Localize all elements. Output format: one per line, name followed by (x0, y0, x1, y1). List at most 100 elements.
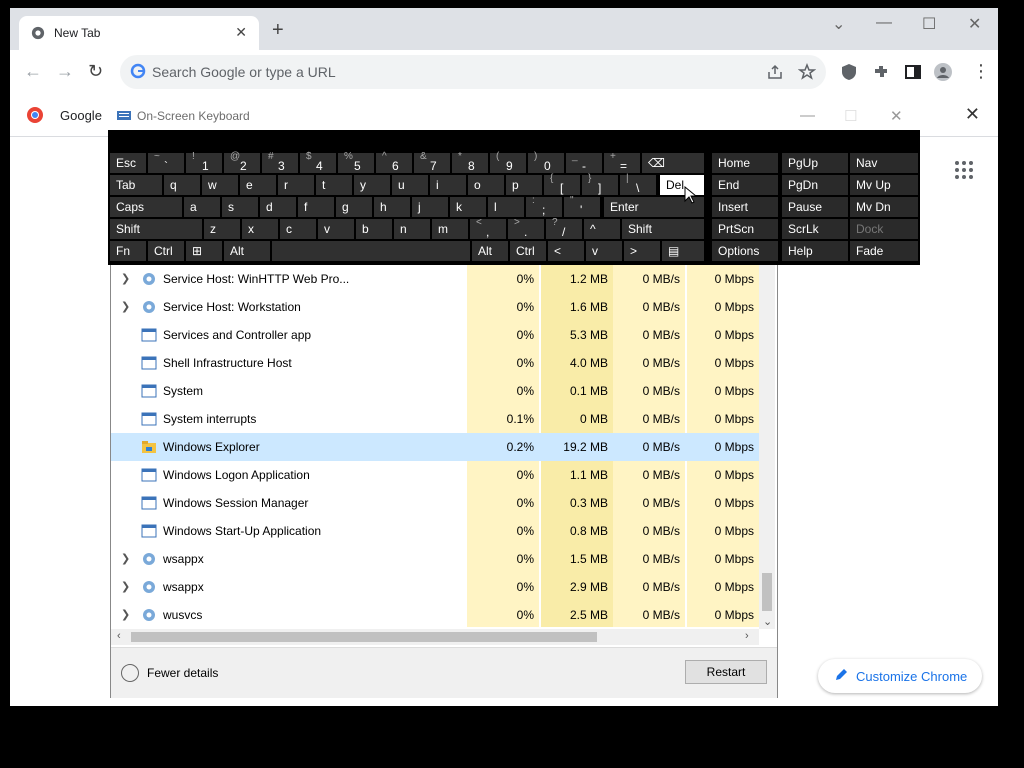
nav-key-end[interactable]: End (712, 175, 778, 195)
process-row[interactable]: ❯ wsappx 0% 1.5 MB 0 MB/s 0 Mbps (111, 545, 767, 573)
customize-chrome-button[interactable]: Customize Chrome (818, 659, 982, 693)
key-3-10[interactable]: ? / (546, 217, 582, 239)
process-row[interactable]: ❯ wusvcs 0% 2.5 MB 0 MB/s 0 Mbps (111, 601, 767, 627)
process-row[interactable]: Services and Controller app 0% 5.3 MB 0 MB/… (111, 321, 767, 349)
key-3-8[interactable]: <, (470, 217, 506, 239)
new-tab-icon[interactable]: + (272, 20, 284, 40)
key-4-7[interactable]: < (548, 241, 584, 261)
key-3-1[interactable]: z (204, 219, 240, 239)
nav-key-pgup[interactable]: PgUp (782, 153, 848, 173)
key-3-6[interactable]: n (394, 219, 430, 239)
tab-new-tab[interactable]: New Tab ✕ (19, 16, 259, 50)
close-icon[interactable]: ✕ (965, 104, 980, 125)
reload-icon[interactable]: ↻ (88, 61, 103, 82)
key-0-13[interactable]: + = (604, 151, 640, 173)
key-2-5[interactable]: g (336, 197, 372, 217)
key-3-4[interactable]: v (318, 219, 354, 239)
nav-key-mv-dn[interactable]: Mv Dn (850, 197, 918, 217)
key-3-7[interactable]: m (432, 219, 468, 239)
key-3-3[interactable]: c (280, 219, 316, 239)
close-window-icon[interactable]: ✕ (968, 14, 981, 34)
process-row[interactable]: ❯ Service Host: WinHTTP Web Pro... 0% 1.2 M… (111, 265, 767, 293)
scroll-right-icon[interactable]: › (745, 630, 749, 642)
nav-key-pause[interactable]: Pause (782, 197, 848, 217)
key-0-0[interactable]: Esc (110, 153, 146, 173)
key-2-11[interactable]: " ' (564, 195, 600, 217)
process-row[interactable]: Windows Start-Up Application 0% 0.8 MB 0 MB… (111, 517, 767, 545)
key-3-0[interactable]: Shift (110, 219, 202, 239)
key-2-7[interactable]: j (412, 197, 448, 217)
profile-avatar-icon[interactable] (934, 63, 952, 81)
nav-key-fade[interactable]: Fade (850, 241, 918, 261)
vertical-scrollbar[interactable]: ⌄ (759, 263, 775, 629)
nav-key-help[interactable]: Help (782, 241, 848, 261)
extensions-icon[interactable] (872, 63, 890, 81)
key-3-5[interactable]: b (356, 219, 392, 239)
key-3-11[interactable]: ^ (584, 219, 620, 239)
expand-chevron-icon[interactable]: ❯ (121, 608, 130, 621)
key-0-12[interactable]: _ - (566, 151, 602, 173)
key-4-3[interactable]: Alt (224, 241, 270, 261)
ublock-icon[interactable] (840, 63, 858, 81)
key-1-5[interactable]: t (316, 175, 352, 195)
key-2-10[interactable]: :; (526, 195, 562, 217)
scroll-left-icon[interactable]: ‹ (117, 630, 121, 642)
key-3-9[interactable]: >. (508, 217, 544, 239)
bookmark-star-icon[interactable] (798, 63, 816, 81)
process-row[interactable]: Shell Infrastructure Host 0% 4.0 MB 0 MB/s 0… (111, 349, 767, 377)
key-4-4[interactable] (272, 241, 470, 261)
osk-minimize-icon[interactable]: — (800, 107, 815, 124)
key-1-9[interactable]: o (468, 175, 504, 195)
key-4-1[interactable]: Ctrl (148, 241, 184, 261)
nav-key-insert[interactable]: Insert (712, 197, 778, 217)
key-4-8[interactable]: v (586, 241, 622, 261)
scroll-down-icon[interactable]: ⌄ (763, 615, 772, 628)
key-4-0[interactable]: Fn (110, 241, 146, 261)
key-2-2[interactable]: s (222, 197, 258, 217)
key-4-10[interactable]: ▤ (662, 241, 704, 261)
key-0-5[interactable]: $4 (300, 151, 336, 173)
expand-chevron-icon[interactable]: ❯ (121, 580, 130, 593)
key-1-6[interactable]: y (354, 175, 390, 195)
osk-close-icon[interactable]: ✕ (890, 107, 903, 125)
nav-key-prtscn[interactable]: PrtScn (712, 219, 778, 239)
close-tab-icon[interactable]: ✕ (235, 24, 247, 41)
process-row[interactable]: System interrupts 0.1% 0 MB 0 MB/s 0 Mbps (111, 405, 767, 433)
key-2-0[interactable]: Caps (110, 197, 182, 217)
omnibox[interactable]: Search Google or type a URL (120, 55, 826, 89)
key-3-12[interactable]: Shift (622, 219, 704, 239)
key-0-3[interactable]: @2 (224, 151, 260, 173)
key-2-9[interactable]: l (488, 197, 524, 217)
maximize-icon[interactable]: ☐ (922, 14, 936, 34)
key-2-8[interactable]: k (450, 197, 486, 217)
key-1-0[interactable]: Tab (110, 175, 162, 195)
key-2-3[interactable]: d (260, 197, 296, 217)
key-1-10[interactable]: p (506, 175, 542, 195)
key-1-2[interactable]: w (202, 175, 238, 195)
key-4-2[interactable]: ⊞ (186, 241, 222, 261)
key-1-11[interactable]: {[ (544, 173, 580, 195)
key-2-4[interactable]: f (298, 197, 334, 217)
nav-key-pgdn[interactable]: PgDn (782, 175, 848, 195)
key-0-4[interactable]: #3 (262, 151, 298, 173)
nav-key-nav[interactable]: Nav (850, 153, 918, 173)
vertical-scroll-thumb[interactable] (762, 573, 772, 611)
key-0-11[interactable]: ) 0 (528, 151, 564, 173)
key-1-8[interactable]: i (430, 175, 466, 195)
key-1-12[interactable]: }] (582, 173, 618, 195)
share-icon[interactable] (766, 63, 784, 81)
key-0-2[interactable]: ! 1 (186, 151, 222, 173)
minimize-icon[interactable]: — (876, 14, 892, 32)
key-0-1[interactable]: ~ ` (148, 151, 184, 173)
collapse-circle-icon[interactable] (121, 664, 139, 682)
key-1-14[interactable]: Del (660, 175, 704, 195)
nav-key-home[interactable]: Home (712, 153, 778, 173)
forward-icon[interactable]: → (56, 61, 74, 82)
expand-chevron-icon[interactable]: ❯ (121, 300, 130, 313)
google-apps-icon[interactable] (954, 160, 974, 180)
process-row[interactable]: System 0% 0.1 MB 0 MB/s 0 Mbps (111, 377, 767, 405)
key-1-13[interactable]: | \ (620, 173, 656, 195)
google-bookmark[interactable]: Google (60, 108, 102, 123)
key-1-1[interactable]: q (164, 175, 200, 195)
key-4-6[interactable]: Ctrl (510, 241, 546, 261)
